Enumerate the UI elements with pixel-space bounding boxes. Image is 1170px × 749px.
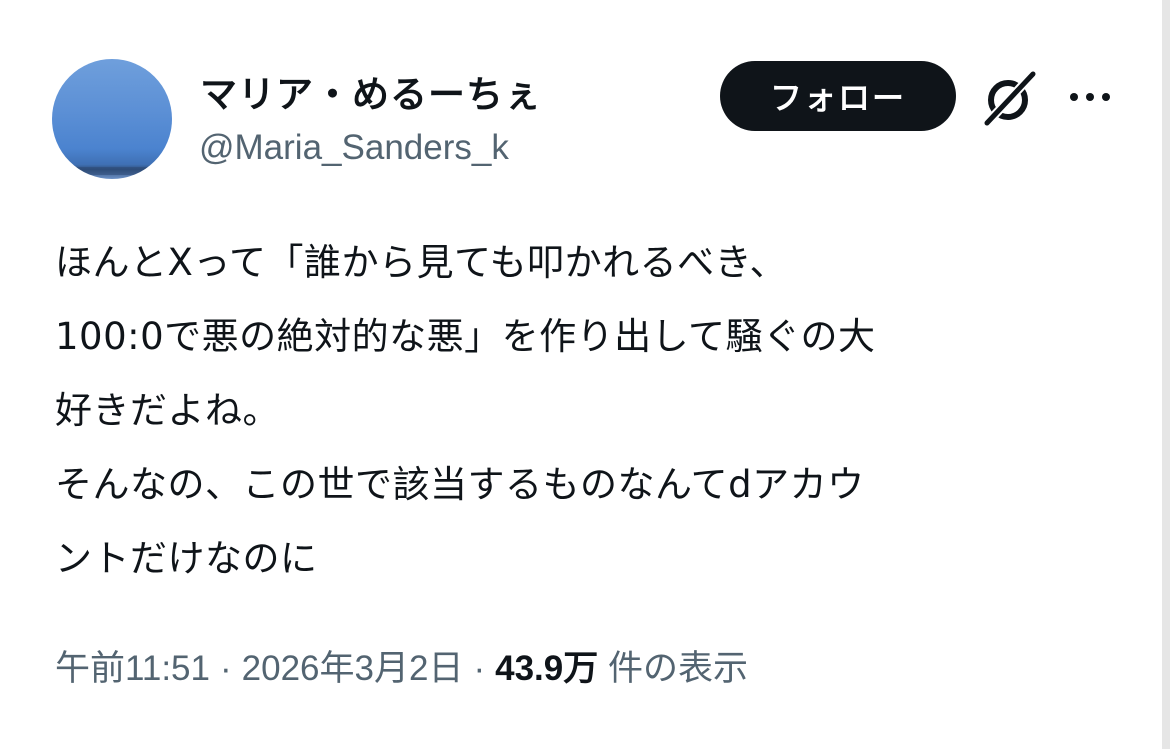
scrollbar[interactable] [1162, 0, 1170, 749]
tweet-text: ほんとXって「誰から見ても叩かれるべき、 100:0で悪の絶対的な悪」を作り出し… [55, 226, 1145, 596]
views-label: 件の表示 [607, 649, 748, 688]
views-count[interactable]: 43.9万 [495, 649, 598, 688]
tweet-meta: 午前11:51 · 2026年3月2日 · 43.9万 件の表示 [55, 640, 748, 691]
user-handle[interactable]: @Maria_Sanders_k [199, 128, 509, 168]
grok-icon[interactable] [981, 69, 1039, 127]
tweet-line: ントだけなのに [55, 537, 318, 580]
display-name[interactable]: マリア・めるーちぇ [200, 64, 542, 118]
more-icon[interactable] [1066, 82, 1114, 112]
tweet-line: 好きだよね。 [55, 389, 280, 432]
tweet-time[interactable]: 午前11:51 [55, 649, 210, 688]
meta-separator: · [220, 649, 232, 688]
avatar[interactable] [52, 59, 172, 179]
tweet-line: そんなの、この世で該当するものなんてdアカウ [55, 463, 865, 506]
meta-separator: · [473, 649, 486, 688]
tweet-line: ほんとXって「誰から見ても叩かれるべき、 [55, 241, 788, 284]
follow-button[interactable]: フォロー [720, 61, 956, 131]
tweet-line: 100:0で悪の絶対的な悪」を作り出して騒ぐの大 [55, 315, 876, 358]
tweet-date[interactable]: 2026年3月2日 [242, 649, 464, 688]
